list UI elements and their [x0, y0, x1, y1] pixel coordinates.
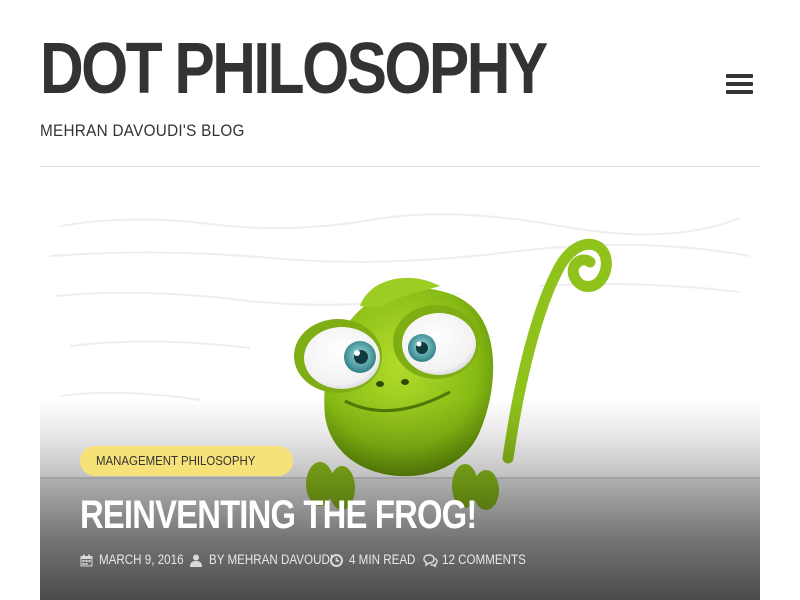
category-badge[interactable]: MANAGEMENT PHILOSOPHY: [80, 446, 294, 476]
header-divider: [40, 166, 760, 167]
menu-bar: [726, 82, 753, 86]
calendar-icon: [80, 554, 93, 567]
site-header: DOT PHILOSOPHY MEHRAN DAVOUDI'S BLOG: [0, 0, 800, 167]
site-title[interactable]: DOT PHILOSOPHY: [40, 26, 548, 112]
hamburger-menu-icon[interactable]: [724, 72, 756, 96]
menu-bar: [726, 90, 753, 94]
comments-icon: [423, 554, 438, 567]
featured-post[interactable]: MANAGEMENT PHILOSOPHY REINVENTING THE FR…: [40, 196, 760, 600]
post-title[interactable]: REINVENTING THE FROG!: [80, 490, 477, 540]
clock-icon: [330, 554, 343, 567]
user-icon: [190, 554, 202, 567]
site-tagline: MEHRAN DAVOUDI'S BLOG: [40, 121, 245, 140]
menu-bar: [726, 74, 753, 78]
